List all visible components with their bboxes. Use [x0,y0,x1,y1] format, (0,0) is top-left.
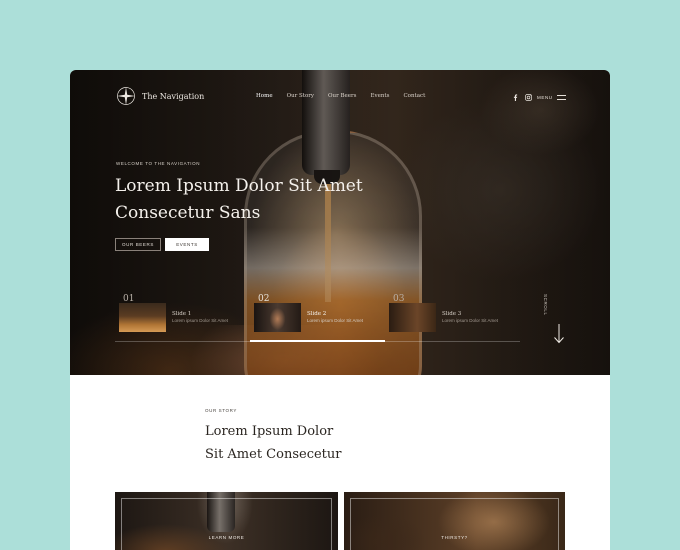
slide-title: Slide 2 [307,311,327,317]
slide-title: Slide 3 [442,311,462,317]
slide-thumbnail [389,303,436,332]
slide-subtitle: Lorem ipsum Dolor Sit Amet [172,318,229,323]
hero-headline: Lorem Ipsum Dolor Sit Amet Consecetur Sa… [115,173,415,227]
slide-subtitle: Lorem ipsum Dolor Sit Amet [307,318,364,323]
slide-thumbnail [254,303,301,332]
menu-button[interactable]: MENU [537,95,566,100]
thirsty-link[interactable]: THIRSTY? [344,535,565,540]
slide-thumbnail [119,303,166,332]
slide-title: Slide 1 [172,311,192,317]
hero-headline-line2: Consecetur Sans [115,203,261,223]
our-beers-button[interactable]: OUR BEERS [115,238,161,251]
events-button[interactable]: EVENTS [165,238,209,251]
card-frame [350,498,559,550]
nav-item-our-story[interactable]: Our Story [287,93,314,99]
nav-item-home[interactable]: Home [256,93,273,99]
card-thirsty[interactable]: THIRSTY? [344,492,565,550]
nav-item-contact[interactable]: Contact [403,93,425,99]
logo[interactable]: The Navigation [116,86,204,106]
learn-more-link[interactable]: LEARN MORE [115,535,338,540]
menu-label: MENU [537,95,553,100]
site-frame: The Navigation Home Our Story Our Beers … [70,70,610,550]
slide-2[interactable]: 02 Slide 2 Lorem ipsum Dolor Sit Amet [250,294,384,332]
story-title-line2: Sit Amet Consecetur [205,447,342,462]
hero-eyebrow: WELCOME TO THE NAVIGATION [116,161,201,166]
facebook-icon[interactable] [512,94,519,101]
nav-item-events[interactable]: Events [370,93,389,99]
slide-subtitle: Lorem ipsum Dolor Sit Amet [442,318,499,323]
nav-item-our-beers[interactable]: Our Beers [328,93,356,99]
arrow-down-icon[interactable] [553,324,565,344]
compass-icon [117,87,135,105]
main-nav: Home Our Story Our Beers Events Contact [256,93,425,99]
slide-3[interactable]: 03 Slide 3 Lorem ipsum Dolor Sit Amet [385,294,519,332]
hero-headline-line1: Lorem Ipsum Dolor Sit Amet [115,176,363,196]
hero-section: The Navigation Home Our Story Our Beers … [70,70,610,375]
card-learn-more[interactable]: LEARN MORE [115,492,338,550]
card-frame [121,498,332,550]
instagram-icon[interactable] [525,94,532,101]
story-title: Lorem Ipsum Dolor Sit Amet Consecetur [205,420,445,466]
social-links [512,94,532,101]
story-eyebrow: OUR STORY [205,408,237,413]
slider-progress-active [250,340,385,342]
story-title-line1: Lorem Ipsum Dolor [205,424,334,439]
hamburger-icon [556,95,566,100]
slide-1[interactable]: 01 Slide 1 Lorem ipsum Dolor Sit Amet [115,294,249,332]
scroll-label: SCROLL [543,294,548,316]
logo-text: The Navigation [142,91,205,101]
